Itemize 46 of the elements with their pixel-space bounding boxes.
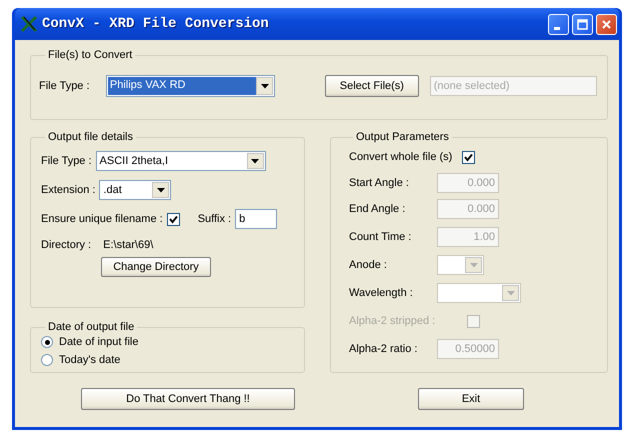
field-label: End Angle : [349,203,406,215]
file-type-dropdown[interactable]: Philips VAX RD [106,75,276,97]
group-title: Output file details [47,131,134,143]
field-label: Convert whole file (s) [349,151,452,163]
radio-option[interactable]: Date of input file [41,333,294,351]
field-label: Anode : [349,259,388,271]
field-label: Extension : [41,184,96,196]
group-title: Output Parameters [355,131,450,143]
close-icon [600,18,613,30]
extension-dropdown[interactable]: .dat [99,180,172,200]
change-directory-button[interactable]: Change Directory [101,257,211,277]
group-title: Date of output file [47,321,136,333]
checkbox[interactable] [462,150,476,164]
field-label: File Type : [41,155,92,167]
dropdown-arrow-icon [260,84,269,88]
maximize-button[interactable] [572,14,593,34]
maximize-icon [576,18,589,30]
dropdown-arrow-icon [506,290,514,296]
window-title: ConvX - XRD File Conversion [42,16,270,32]
field-label: Directory : [41,239,92,251]
directory-path: E:\star\69\ [103,239,154,251]
field-label: Start Angle : [349,177,410,189]
checkbox[interactable] [166,212,180,226]
suffix-field[interactable]: b [235,209,278,229]
minimize-button[interactable] [548,14,569,34]
group-title: File(s) to Convert [47,49,134,61]
field-label: File Type : [39,80,91,92]
dropdown-arrow-icon [251,158,260,164]
field-label: Alpha-2 ratio : [349,343,418,355]
minimize-icon [554,26,560,30]
radio-button[interactable] [41,354,53,366]
file-type-dropdown[interactable]: ASCII 2theta,I [96,151,266,171]
exit-button[interactable]: Exit [418,388,524,410]
close-button[interactable] [596,14,617,34]
field-label: Ensure unique filename : [41,213,163,225]
field-label: Wavelength : [349,287,414,299]
convert-button[interactable]: Do That Convert Thang !! [81,388,295,410]
field-label: Count Time : [349,231,412,243]
cross-icon [20,15,38,33]
field-label: Alpha-2 stripped : [349,315,436,327]
field-label: Suffix : [198,213,232,225]
select-files-button[interactable]: Select File(s) [325,75,419,97]
radio-button[interactable] [41,336,53,348]
radio-option[interactable]: Today's date [41,351,294,369]
dropdown-arrow-icon [470,262,478,268]
dropdown-arrow-icon [156,188,165,192]
